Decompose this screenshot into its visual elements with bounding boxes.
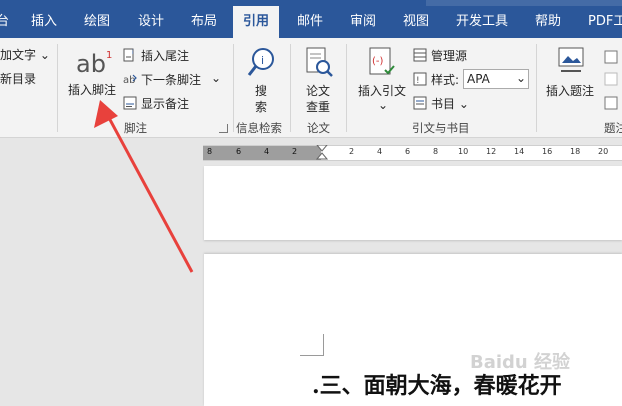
- insert-table-of-figures-icon[interactable]: [604, 50, 618, 64]
- insert-footnote-label: 插入脚注: [68, 83, 117, 97]
- tab-insert[interactable]: 插入: [31, 6, 57, 38]
- bibliography-icon: [413, 96, 427, 110]
- paper-check-button[interactable]: 论文 查重: [298, 42, 342, 114]
- next-footnote-label: 下一条脚注: [141, 73, 202, 87]
- manage-sources-button[interactable]: 管理源: [411, 46, 481, 64]
- insert-caption-label: 插入题注: [546, 84, 595, 98]
- indent-marker-icon[interactable]: [316, 145, 328, 161]
- style-select[interactable]: APA ⌄: [463, 69, 529, 89]
- tab-view[interactable]: 视图: [403, 6, 429, 38]
- show-notes-button[interactable]: 显示备注: [121, 94, 231, 112]
- search-label-line2: 索: [255, 100, 268, 114]
- svg-text:i: i: [132, 49, 134, 56]
- ruler-tick: 2: [349, 147, 355, 156]
- ruler-margin: [203, 146, 321, 160]
- ruler-tick: 18: [570, 147, 581, 156]
- group-separator: [233, 44, 234, 132]
- paper-check-label-line2: 查重: [306, 100, 331, 114]
- tab-draw[interactable]: 绘图: [84, 6, 110, 38]
- search-icon: i: [247, 48, 274, 76]
- captions-group-label: 题注: [604, 121, 622, 135]
- show-notes-label: 显示备注: [141, 97, 190, 111]
- tab-references[interactable]: 引用: [233, 6, 280, 38]
- ribbon-panel: 加文字 ⌄ 新目录 ab 1 插入脚注 i 插入尾注 ab 下一条脚注 ⌄ 显示…: [0, 38, 622, 138]
- add-text-button[interactable]: 加文字 ⌄: [0, 46, 50, 63]
- insert-caption-button[interactable]: 插入题注: [542, 42, 600, 114]
- chevron-down-icon: ⌄: [378, 98, 389, 112]
- paper-group-label: 论文: [307, 121, 330, 135]
- margin-crop-mark: [300, 334, 324, 356]
- bibliography-label: 书目 ⌄: [431, 97, 469, 111]
- ruler-tick: 12: [486, 147, 497, 156]
- insert-footnote-button[interactable]: ab 1 插入脚注: [62, 42, 120, 100]
- tab-mailings[interactable]: 邮件: [297, 6, 323, 38]
- paper-check-icon: [306, 47, 333, 77]
- tab-developer[interactable]: 开发工具: [456, 6, 508, 38]
- tab-layout[interactable]: 布局: [191, 6, 217, 38]
- svg-text:i: i: [261, 54, 264, 67]
- group-separator: [346, 44, 347, 132]
- tab-help[interactable]: 帮助: [535, 6, 561, 38]
- citations-group-label: 引文与书目: [412, 121, 470, 135]
- insert-citation-label: 插入引文: [358, 84, 407, 98]
- update-toc-button[interactable]: 新目录: [0, 70, 36, 87]
- search-button[interactable]: i 搜 索: [242, 42, 282, 114]
- ribbon-tab-bar: 台 插入 绘图 设计 布局 引用 邮件 审阅 视图 开发工具 帮助 PDF工: [0, 0, 622, 38]
- ruler-tick: 20: [598, 147, 609, 156]
- footnote-icon: ab 1: [76, 50, 112, 76]
- tab-design[interactable]: 设计: [138, 6, 164, 38]
- insert-citation-button[interactable]: (-) 插入引文 ⌄: [352, 42, 410, 114]
- manage-sources-icon: [413, 48, 427, 62]
- group-separator: [536, 44, 537, 132]
- update-table-icon[interactable]: [604, 72, 618, 86]
- insert-endnote-button[interactable]: i 插入尾注: [121, 46, 231, 64]
- ruler-tick: 6: [236, 147, 242, 156]
- ruler-tick: 8: [433, 147, 439, 156]
- tab-home[interactable]: 台: [0, 6, 9, 38]
- research-group-label: 信息检索: [236, 121, 282, 135]
- style-select-value: APA: [467, 72, 490, 86]
- chevron-down-icon: ⌄: [211, 71, 222, 85]
- group-separator: [57, 44, 58, 132]
- horizontal-ruler[interactable]: 8 6 4 2 2 4 6 8 10 12 14 16 18 20: [203, 145, 622, 161]
- ruler-tick: 8: [207, 147, 213, 156]
- svg-text:1: 1: [106, 50, 112, 61]
- ruler-tick: 16: [542, 147, 553, 156]
- endnote-icon: i: [123, 48, 134, 62]
- document-page[interactable]: [204, 166, 622, 240]
- tab-pdf[interactable]: PDF工: [588, 6, 622, 38]
- ruler-tick: 10: [458, 147, 469, 156]
- svg-text:ab: ab: [76, 50, 106, 76]
- ruler-tick: 2: [292, 147, 298, 156]
- paper-check-label-line1: 论文: [306, 84, 331, 98]
- bibliography-button[interactable]: 书目 ⌄: [411, 94, 481, 112]
- next-footnote-icon: ab: [123, 74, 137, 86]
- ruler-tick: 14: [514, 147, 525, 156]
- svg-text:(-): (-): [372, 56, 384, 67]
- cross-reference-icon[interactable]: [604, 96, 618, 110]
- search-label-line1: 搜: [255, 84, 268, 98]
- ruler-tick: 4: [264, 147, 270, 156]
- insert-caption-icon: [558, 47, 584, 72]
- show-notes-icon: [123, 96, 137, 110]
- style-row: ! 样式: APA ⌄: [411, 69, 531, 89]
- insert-citation-icon: (-): [369, 47, 395, 75]
- style-label: 样式:: [431, 73, 460, 87]
- manage-sources-label: 管理源: [431, 49, 468, 63]
- group-separator: [290, 44, 291, 132]
- insert-endnote-label: 插入尾注: [141, 49, 190, 63]
- svg-text:!: !: [416, 76, 420, 86]
- chevron-down-icon: ⌄: [516, 71, 527, 85]
- watermark: Baidu 经验: [470, 352, 571, 373]
- next-footnote-button[interactable]: ab 下一条脚注 ⌄: [121, 70, 231, 88]
- footnotes-group-label: 脚注: [124, 121, 147, 135]
- dialog-launcher-icon[interactable]: [219, 124, 228, 133]
- style-icon: !: [413, 72, 427, 86]
- tab-review[interactable]: 审阅: [350, 6, 376, 38]
- ruler-tick: 4: [377, 147, 383, 156]
- ruler-tick: 6: [405, 147, 411, 156]
